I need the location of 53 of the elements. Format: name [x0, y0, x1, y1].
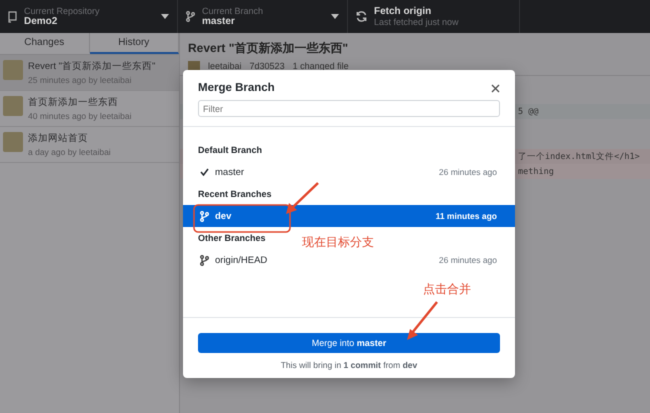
annotation-text: 现在目标分支 [302, 234, 374, 251]
author-name: leetaibai [208, 61, 242, 71]
merge-summary: This will bring in 1 commit from dev [280, 360, 418, 370]
branch-item[interactable]: dev 11 minutes ago [183, 205, 515, 227]
toolbar-button[interactable]: Fetch origin Last fetched just now [348, 0, 520, 33]
toolbar-label: Current Branch [202, 6, 264, 16]
close-button[interactable] [491, 84, 500, 92]
check-icon [200, 168, 209, 176]
commit-title: 添加网站首页 [28, 132, 89, 145]
commit-title: 首页新添加一些东西 [28, 96, 119, 109]
arrow-annotation [286, 182, 319, 214]
commit-item[interactable]: 添加网站首页 a day ago by leetaibai [0, 127, 179, 163]
photo-placeholder [3, 96, 23, 116]
sync-icon [356, 11, 367, 22]
caret-icon [161, 14, 169, 19]
toolbar-label: Current Repository [24, 6, 101, 16]
toolbar-button[interactable]: Current Branch master [178, 0, 348, 33]
commit-sha: 7d30523 [250, 61, 285, 71]
repository-icon [8, 10, 17, 22]
branch-icon [200, 210, 209, 222]
commit-meta: a day ago by leetaibai [28, 147, 111, 157]
photo-placeholder [3, 60, 23, 80]
dialog-title: Merge Branch [198, 82, 275, 94]
filter-field[interactable]: Filter [198, 100, 500, 117]
branch-time: 26 minutes ago [438, 255, 497, 265]
branch-time: 11 minutes ago [436, 211, 497, 221]
toolbar-value: master [202, 16, 236, 27]
commit-item[interactable]: Revert "首页新添加一些东西" 25 minutes ago by leetaibai [0, 55, 179, 91]
changed-files: 1 changed file [292, 61, 349, 71]
toolbar-label: Fetch origin [374, 6, 432, 17]
commit-title: Revert "首页新添加一些东西" [28, 60, 156, 73]
toolbar-value: Last fetched just now [374, 17, 460, 27]
commit-meta: 40 minutes ago by leetaibai [28, 111, 132, 121]
annotation-text: 点击合并 [423, 281, 471, 298]
caret-icon [331, 14, 339, 19]
branch-name: dev [215, 210, 232, 222]
branch-time: 26 minutes ago [438, 167, 497, 177]
group-heading: Other Branches [198, 232, 266, 245]
branch-name: master [215, 166, 244, 178]
arrow-annotation [407, 301, 438, 340]
commit-title: Revert "首页新添加一些东西" [188, 40, 350, 57]
merge-button[interactable]: Merge into master [198, 333, 500, 353]
toolbar-value: Demo2 [24, 16, 58, 27]
commit-item[interactable]: 首页新添加一些东西 40 minutes ago by leetaibai [0, 91, 179, 127]
avatar-placeholder [188, 61, 200, 71]
branch-icon [200, 254, 209, 266]
branch-item[interactable]: origin/HEAD 26 minutes ago [183, 249, 515, 271]
group-heading: Recent Branches [198, 188, 272, 201]
photo-placeholder [3, 132, 23, 152]
branch-name: origin/HEAD [215, 254, 268, 266]
branch-icon [186, 11, 195, 22]
tab[interactable]: Changes [0, 33, 90, 54]
commit-meta: 25 minutes ago by leetaibai [28, 75, 132, 85]
